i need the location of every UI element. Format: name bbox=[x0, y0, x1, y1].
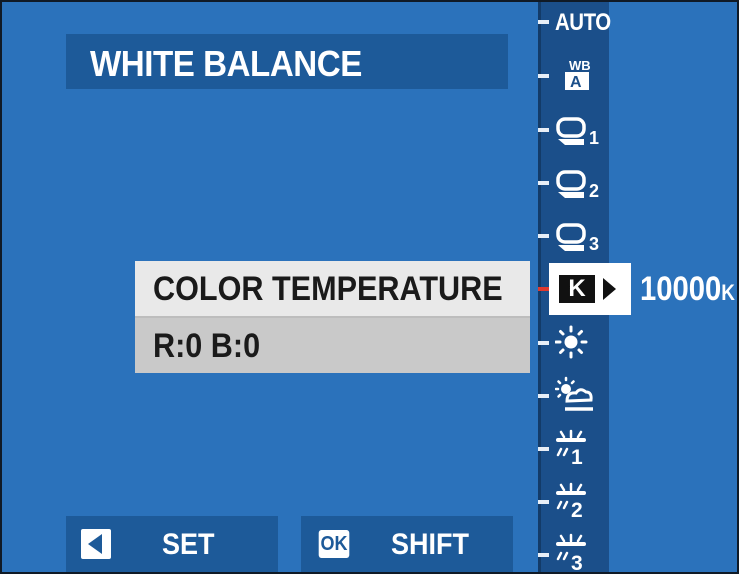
wb-option-fluorescent-3[interactable]: 3 bbox=[555, 530, 607, 574]
custom-number: 3 bbox=[589, 234, 599, 254]
wb-option-kelvin[interactable]: K bbox=[549, 263, 631, 315]
kelvin-number: 10000 bbox=[640, 270, 722, 308]
kelvin-unit: K bbox=[721, 280, 735, 305]
custom-wb-icon: 2 bbox=[556, 170, 599, 201]
shift-button[interactable]: OK SHIFT bbox=[301, 516, 513, 574]
fluorescent-number: 2 bbox=[571, 499, 583, 521]
ok-icon: OK bbox=[318, 530, 350, 558]
strip-tick bbox=[538, 181, 549, 185]
wb-submenu: COLOR TEMPERATURE R:0 B:0 bbox=[135, 261, 530, 373]
set-button[interactable]: SET bbox=[66, 516, 278, 574]
wb-option-fluorescent-2[interactable]: 2 bbox=[555, 481, 607, 525]
wb-a-letter: A bbox=[570, 74, 582, 91]
set-label: SET bbox=[162, 528, 215, 561]
kelvin-icon: K bbox=[559, 275, 595, 303]
strip-tick bbox=[538, 553, 549, 557]
menu-item-wb-shift[interactable]: R:0 B:0 bbox=[135, 318, 530, 373]
page-title: WHITE BALANCE bbox=[90, 43, 362, 84]
strip-tick bbox=[538, 341, 549, 345]
strip-tick bbox=[538, 500, 549, 504]
strip-tick bbox=[538, 234, 549, 238]
menu-item-label: R:0 B:0 bbox=[153, 327, 261, 365]
sun-icon bbox=[555, 325, 588, 359]
wb-option-shade[interactable] bbox=[555, 375, 607, 419]
fluorescent-icon: 3 bbox=[556, 533, 586, 574]
wb-option-custom-2[interactable]: 2 bbox=[555, 164, 607, 208]
chevron-right-icon bbox=[603, 278, 616, 300]
wb-option-fluorescent-1[interactable]: 1 bbox=[555, 428, 607, 472]
kelvin-value: 10000K bbox=[640, 270, 735, 309]
custom-wb-icon: 1 bbox=[556, 117, 599, 148]
wb-option-custom-1[interactable]: 1 bbox=[555, 111, 607, 155]
custom-number: 1 bbox=[589, 128, 599, 148]
wb-option-custom-3[interactable]: 3 bbox=[555, 217, 607, 261]
wb-option-white-priority[interactable]: WB A bbox=[555, 57, 607, 101]
strip-tick bbox=[538, 74, 549, 78]
fluorescent-number: 1 bbox=[571, 446, 583, 468]
wb-option-daylight[interactable] bbox=[555, 322, 607, 366]
white-priority-icon: WB A bbox=[565, 58, 591, 91]
strip-tick bbox=[538, 394, 549, 398]
menu-item-color-temperature[interactable]: COLOR TEMPERATURE bbox=[135, 261, 530, 316]
left-arrow-icon bbox=[81, 529, 111, 559]
strip-tick bbox=[538, 128, 549, 132]
wb-option-auto[interactable]: AUTO bbox=[555, 2, 611, 46]
fluorescent-icon: 2 bbox=[556, 482, 586, 521]
fluorescent-icon: 1 bbox=[556, 429, 586, 468]
custom-wb-icon: 3 bbox=[556, 223, 599, 254]
shade-icon bbox=[555, 376, 593, 411]
menu-item-label: COLOR TEMPERATURE bbox=[153, 270, 503, 308]
auto-label: AUTO bbox=[555, 9, 611, 36]
strip-tick bbox=[538, 447, 549, 451]
strip-tick bbox=[538, 20, 549, 24]
fluorescent-number: 3 bbox=[571, 552, 583, 574]
shift-label: SHIFT bbox=[391, 528, 470, 561]
title-panel: WHITE BALANCE bbox=[66, 34, 508, 89]
wb-small-text: WB bbox=[569, 58, 591, 73]
custom-number: 2 bbox=[589, 181, 599, 201]
